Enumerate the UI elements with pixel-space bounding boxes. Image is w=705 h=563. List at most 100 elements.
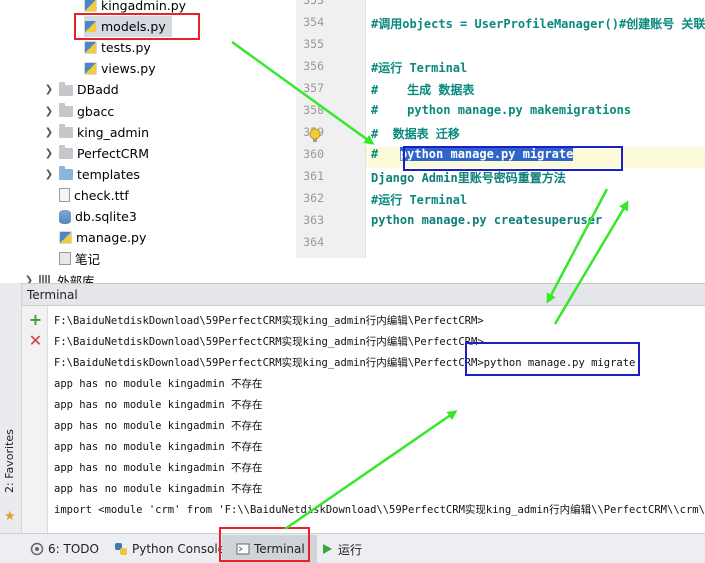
chevron-right-icon[interactable]: ❯ — [43, 106, 55, 117]
python-console-tab-label: Python Console — [132, 542, 226, 556]
tree-item-label: 笔记 — [75, 252, 101, 268]
line-number: 354 — [303, 15, 324, 29]
tree-item-label: tests.py — [101, 40, 151, 56]
chevron-right-icon[interactable]: ❯ — [43, 148, 55, 159]
terminal-title: Terminal — [27, 288, 78, 302]
chevron-right-icon[interactable]: ❯ — [43, 169, 55, 180]
todo-tab[interactable]: 6: TODO — [30, 538, 99, 560]
line-number: 364 — [303, 235, 324, 249]
python-file-icon — [84, 41, 97, 55]
tree-item-label: kingadmin.py — [101, 0, 187, 13]
run-tab[interactable]: 运行 — [320, 538, 362, 560]
tree-item-label: views.py — [101, 61, 156, 77]
tree-item-label: gbacc — [77, 103, 115, 119]
terminal-toolbar: + ✕ — [22, 306, 48, 534]
terminal-line: F:\BaiduNetdiskDownload\59PerfectCRM实现ki… — [54, 357, 636, 369]
terminal-panel: Terminal + ✕ F:\BaiduNetdiskDownload\59P… — [22, 283, 705, 534]
todo-tab-label: 6: TODO — [48, 542, 99, 556]
terminal-line: F:\BaiduNetdiskDownload\59PerfectCRM实现ki… — [54, 336, 484, 348]
terminal-tab-label: Terminal — [254, 542, 305, 556]
code-line-prefix: # — [371, 147, 400, 161]
tree-item-label: king_admin — [77, 124, 149, 140]
lightbulb-icon[interactable] — [308, 128, 322, 144]
tree-item[interactable]: ❯ PerfectCRM — [43, 143, 149, 164]
database-icon — [59, 209, 71, 224]
editor-gutter: 353354355356357358359360361362363364 — [296, 0, 366, 258]
tree-item[interactable]: manage.py — [43, 227, 146, 248]
python-file-icon — [84, 20, 97, 34]
tree-item[interactable]: ❯ gbacc — [43, 101, 114, 122]
code-line: #运行 Terminal — [371, 61, 468, 75]
terminal-icon — [236, 542, 250, 556]
tree-item[interactable]: 笔记 — [43, 248, 100, 269]
chevron-right-icon[interactable]: ❯ — [43, 84, 55, 95]
line-number: 357 — [303, 81, 324, 95]
terminal-line: app has no module kingadmin 不存在 — [54, 483, 263, 495]
chevron-right-icon[interactable]: ❯ — [43, 127, 55, 138]
terminal-line: F:\BaiduNetdiskDownload\59PerfectCRM实现ki… — [54, 315, 484, 327]
tree-item[interactable]: check.ttf — [43, 185, 129, 206]
folder-icon-blue — [59, 166, 73, 181]
line-number: 358 — [303, 103, 324, 117]
line-number: 363 — [303, 213, 324, 227]
folder-icon — [59, 103, 73, 117]
tree-item-label: DBadd — [77, 82, 119, 98]
terminal-header: Terminal — [22, 284, 705, 306]
favorites-tab[interactable]: 2: Favorites — [3, 413, 16, 493]
tree-item[interactable]: db.sqlite3 — [43, 206, 137, 227]
python-file-icon — [84, 62, 97, 76]
code-line: #运行 Terminal — [371, 193, 468, 207]
python-file-icon — [59, 231, 72, 245]
code-line: #调用objects = UserProfileManager()#创建账号 关… — [371, 17, 705, 31]
star-icon[interactable]: ★ — [4, 509, 16, 524]
tree-item-label: check.ttf — [74, 187, 129, 203]
python-console-tab[interactable]: Python Console — [114, 538, 225, 560]
python-icon — [114, 542, 128, 556]
file-icon — [59, 188, 70, 203]
tree-item[interactable]: models.py — [84, 16, 172, 38]
selected-code[interactable]: python manage.py migrate — [399, 147, 574, 161]
terminal-line: app has no module kingadmin 不存在 — [54, 378, 263, 390]
chevron-right-icon[interactable]: ❯ — [23, 275, 35, 283]
tree-item-label: PerfectCRM — [77, 145, 149, 161]
tree-item-label: 外部库 — [57, 274, 95, 283]
tree-item-label: db.sqlite3 — [75, 209, 137, 224]
tree-item[interactable]: tests.py — [84, 37, 151, 58]
notes-file-icon — [59, 252, 71, 266]
terminal-line: app has no module kingadmin 不存在 — [54, 399, 263, 411]
left-tool-strip — [0, 283, 22, 533]
tree-item[interactable]: ❯ DBadd — [43, 79, 119, 100]
terminal-output[interactable]: F:\BaiduNetdiskDownload\59PerfectCRM实现ki… — [50, 306, 705, 534]
folder-icon — [59, 145, 73, 160]
tree-item[interactable]: ❯ templates — [43, 164, 140, 185]
bottom-tool-bar: 6: TODO Python Console Terminal 运行 — [0, 533, 705, 563]
folder-icon — [59, 81, 73, 96]
line-number: 355 — [303, 37, 324, 51]
code-line: Django Admin里账号密码重置方法 — [371, 171, 566, 185]
code-editor[interactable]: 353354355356357358359360361362363364 #调用… — [296, 0, 705, 283]
editor-code-area[interactable]: #调用objects = UserProfileManager()#创建账号 关… — [366, 0, 705, 258]
project-tree-panel: kingadmin.py models.py tests.py views.py ❯ DB… — [0, 0, 296, 283]
add-session-icon[interactable]: + — [28, 312, 43, 328]
tree-item[interactable]: ❯ king_admin — [43, 122, 149, 143]
terminal-line: app has no module kingadmin 不存在 — [54, 441, 263, 453]
tree-item[interactable]: ❯ 外部库 — [23, 270, 95, 283]
tree-item-label: models.py — [101, 19, 166, 35]
folder-icon — [59, 124, 73, 139]
line-number: 360 — [303, 147, 324, 161]
line-number: 361 — [303, 169, 324, 183]
code-line: # 生成 数据表 — [371, 83, 475, 97]
code-line: python manage.py createsuperuser — [371, 213, 603, 227]
tree-item-label: manage.py — [76, 230, 147, 246]
code-line: # 数据表 迁移 — [371, 127, 460, 141]
terminal-line: app has no module kingadmin 不存在 — [54, 420, 263, 432]
line-number: 362 — [303, 191, 324, 205]
tree-item[interactable]: views.py — [84, 58, 156, 79]
terminal-tab[interactable]: Terminal — [222, 535, 317, 563]
tree-item[interactable]: kingadmin.py — [84, 0, 186, 16]
terminal-line: import <module 'crm' from 'F:\\BaiduNetd… — [54, 504, 705, 516]
line-number: 353 — [303, 0, 324, 7]
close-session-icon[interactable]: ✕ — [28, 333, 43, 349]
line-number: 356 — [303, 59, 324, 73]
run-tab-label: 运行 — [338, 542, 363, 557]
